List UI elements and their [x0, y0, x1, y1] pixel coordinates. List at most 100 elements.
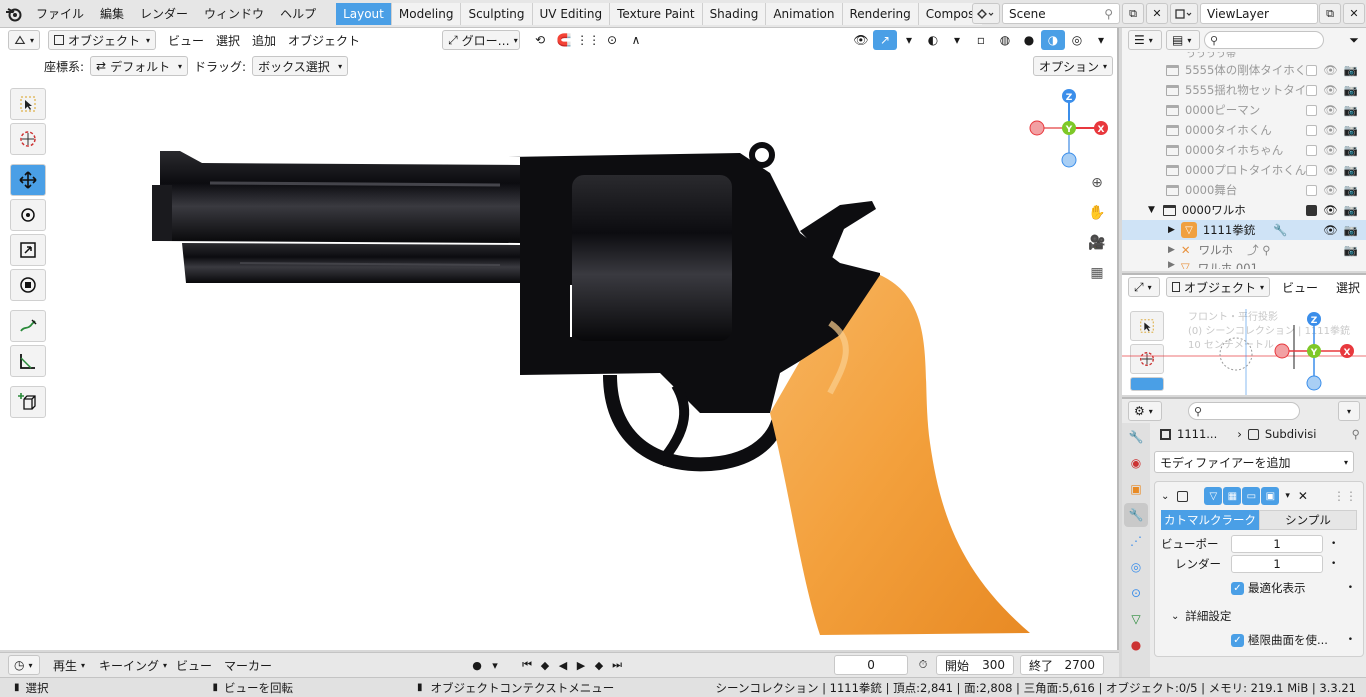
next-keyframe-icon[interactable]: ◆: [590, 655, 608, 675]
modifier-menu-icon[interactable]: ▾: [1285, 491, 1290, 501]
timeline-menu-view[interactable]: ビュー: [170, 657, 218, 674]
annotate-tool-icon[interactable]: [10, 310, 46, 342]
tab-animation[interactable]: Animation: [766, 2, 843, 25]
simple-option[interactable]: シンプル: [1259, 510, 1357, 530]
eye-icon[interactable]: 👁: [1323, 143, 1338, 157]
prev-keyframe-icon[interactable]: ◆: [536, 655, 554, 675]
tab-modeling[interactable]: Modeling: [391, 2, 462, 25]
camera-icon[interactable]: 📷: [1344, 203, 1358, 217]
menu-object[interactable]: オブジェクト: [282, 32, 366, 49]
play-icon[interactable]: ▶: [572, 655, 590, 675]
camera-icon[interactable]: 📷: [1344, 123, 1358, 137]
pivot-point-icon[interactable]: ⟲: [528, 30, 552, 50]
camera-icon[interactable]: 📷: [1344, 63, 1358, 77]
options-dropdown[interactable]: オプション ▾: [1033, 56, 1113, 76]
outliner-search-input[interactable]: ⚲: [1204, 31, 1324, 49]
camera-icon[interactable]: 📷: [1344, 183, 1358, 197]
end-frame-field[interactable]: 終了 2700: [1020, 655, 1105, 675]
pin-icon[interactable]: ⚲: [1104, 7, 1113, 21]
keyframe-dot-icon[interactable]: •: [1331, 559, 1336, 569]
tab-material-icon[interactable]: ●: [1124, 633, 1148, 657]
view-layer-field[interactable]: ViewLayer: [1200, 3, 1318, 24]
editor-type-dropdown[interactable]: ▾: [8, 30, 40, 50]
current-frame-field[interactable]: 0: [834, 655, 909, 675]
transform-tool-icon[interactable]: [10, 269, 46, 301]
new-view-layer-icon[interactable]: ⧉: [1319, 3, 1341, 24]
secondary-editor-type-dropdown[interactable]: ⤢ ▾: [1128, 277, 1160, 297]
outliner-row[interactable]: 0000舞台 👁 📷: [1122, 180, 1366, 200]
tab-layout[interactable]: Layout: [336, 2, 392, 25]
drag-mode-dropdown[interactable]: ボックス選択 ▾: [252, 56, 349, 76]
shading-dropdown-icon[interactable]: ▾: [1089, 30, 1113, 50]
delete-view-layer-icon[interactable]: ✕: [1343, 3, 1365, 24]
tab-texture-paint[interactable]: Texture Paint: [610, 2, 703, 25]
proportional-falloff-icon[interactable]: ∧: [624, 30, 648, 50]
eye-icon[interactable]: 👁: [1323, 203, 1338, 217]
pin-icon[interactable]: ⚲: [1352, 427, 1360, 441]
menu-help[interactable]: ヘルプ: [272, 3, 324, 25]
jump-end-icon[interactable]: ⏭: [608, 655, 626, 675]
3d-viewport[interactable]: ▾ オブジェクト ▾ ビュー 選択 追加 オブジェクト ⤢ グロー… ▾ ⟲ 🧲…: [0, 28, 1119, 650]
play-reverse-icon[interactable]: ◀: [554, 655, 572, 675]
tab-sculpting[interactable]: Sculpting: [461, 2, 533, 25]
visibility-icon[interactable]: 👁: [849, 30, 873, 50]
outliner-row[interactable]: 0000ピーマン 👁 📷: [1122, 100, 1366, 120]
revolver-model[interactable]: [140, 113, 1040, 650]
scale-tool-icon[interactable]: [10, 234, 46, 266]
gizmo-dropdown-icon[interactable]: ▾: [897, 30, 921, 50]
proportional-edit-icon[interactable]: ⊙: [600, 30, 624, 50]
tab-modifier-icon[interactable]: 🔧: [1124, 503, 1148, 527]
menu-add[interactable]: 追加: [246, 32, 282, 49]
eye-icon[interactable]: 👁: [1323, 103, 1338, 117]
edit-mode-toggle-icon[interactable]: ▽: [1204, 487, 1223, 505]
menu-render[interactable]: レンダー: [132, 3, 196, 25]
ortho-grid-icon[interactable]: ▦: [1086, 262, 1108, 284]
tab-data-icon[interactable]: ▽: [1124, 607, 1148, 631]
keying-dropdown[interactable]: キーイング ▾: [94, 655, 170, 675]
menu-file[interactable]: ファイル: [28, 3, 92, 25]
camera-icon[interactable]: 📷: [1344, 243, 1358, 257]
drag-handle-icon[interactable]: ⋮⋮: [1333, 489, 1357, 503]
filter-icon[interactable]: ⏷: [1342, 30, 1366, 50]
navigation-gizmo[interactable]: Z X Y: [1026, 86, 1112, 172]
select-box-tool-icon[interactable]: [10, 88, 46, 120]
jump-start-icon[interactable]: ⏮: [518, 655, 536, 675]
catmull-clark-option[interactable]: カトマルクラーク: [1161, 510, 1259, 530]
keyframe-dot-icon[interactable]: •: [1331, 539, 1336, 549]
playback-dropdown[interactable]: 再生 ▾: [48, 655, 90, 675]
menu-window[interactable]: ウィンドウ: [196, 3, 272, 25]
exclude-checkbox[interactable]: [1306, 84, 1318, 96]
camera-icon[interactable]: 📷: [1344, 223, 1358, 237]
collapse-arrow-icon[interactable]: ⌄: [1161, 491, 1169, 502]
zoom-icon[interactable]: ⊕: [1086, 172, 1108, 194]
snap-target-icon[interactable]: ⋮⋮: [576, 30, 600, 50]
properties-options-dropdown[interactable]: ▾: [1338, 401, 1360, 421]
coord-system-dropdown[interactable]: ⇄ デフォルト ▾: [90, 56, 189, 76]
tab-particles-icon[interactable]: ⋰: [1124, 529, 1148, 553]
rotate-tool-icon[interactable]: [10, 199, 46, 231]
tab-uv-editing[interactable]: UV Editing: [532, 2, 611, 25]
gizmo-toggle-icon[interactable]: ↗: [873, 30, 897, 50]
timeline-editor-type-dropdown[interactable]: ◷ ▾: [8, 655, 40, 675]
exclude-checkbox[interactable]: [1306, 164, 1318, 176]
outliner-row[interactable]: 5555揺れ物セットタイ 👁 📷: [1122, 80, 1366, 100]
view-layer-selector-button[interactable]: [1170, 3, 1198, 24]
expand-arrow-icon[interactable]: ▶: [1168, 225, 1175, 235]
shading-material-icon[interactable]: ◑: [1041, 30, 1065, 50]
secondary-viewport[interactable]: ⤢ ▾ オブジェクト ▾ ビュー 選択 フロント・平行投影 (0) シーンコレクシ…: [1122, 273, 1366, 395]
start-frame-field[interactable]: 開始 300: [936, 655, 1015, 675]
collapse-arrow-icon[interactable]: ⌄: [1171, 611, 1179, 622]
expand-arrow-icon[interactable]: ▼: [1148, 205, 1155, 215]
eye-icon[interactable]: 👁: [1323, 223, 1338, 237]
properties-editor-type-dropdown[interactable]: ⚙ ▾: [1128, 401, 1162, 421]
menu-select[interactable]: 選択: [210, 32, 246, 49]
record-dropdown-icon[interactable]: ▾: [486, 655, 504, 675]
secondary-menu-view[interactable]: ビュー: [1276, 279, 1324, 296]
expand-arrow-icon[interactable]: ▶: [1168, 245, 1175, 255]
exclude-checkbox[interactable]: [1306, 124, 1318, 136]
outliner-row[interactable]: 0000タイホくん 👁 📷: [1122, 120, 1366, 140]
overlay-toggle-icon[interactable]: ◐: [921, 30, 945, 50]
keyframe-dot-icon[interactable]: •: [1348, 583, 1353, 593]
new-scene-icon[interactable]: ⧉: [1122, 3, 1144, 24]
exclude-checkbox[interactable]: [1306, 64, 1318, 76]
